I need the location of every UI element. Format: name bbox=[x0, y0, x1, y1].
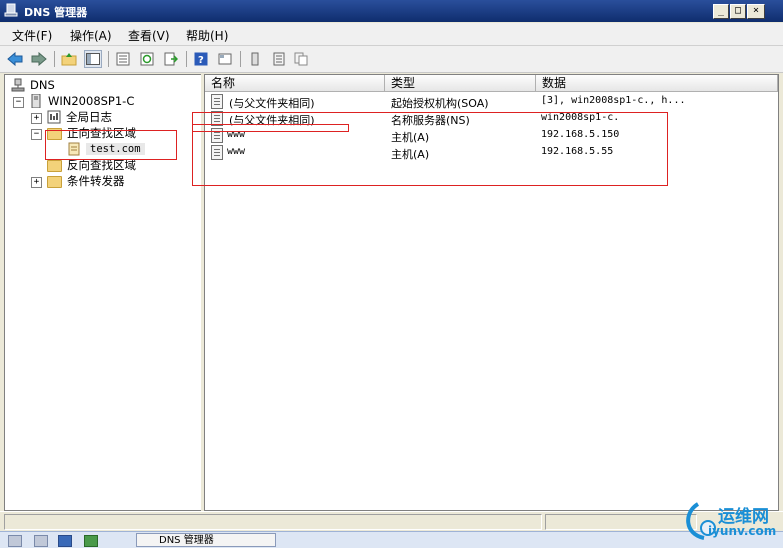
view-detail-icon[interactable] bbox=[216, 50, 234, 68]
minimize-button[interactable]: _ bbox=[713, 4, 729, 19]
forward-icon[interactable] bbox=[30, 50, 48, 68]
status-bar bbox=[0, 511, 783, 530]
watermark-sub: iyunv.com bbox=[708, 524, 777, 538]
back-icon[interactable] bbox=[6, 50, 24, 68]
server-icon bbox=[31, 94, 41, 108]
taskbar-quicklaunch-icon[interactable] bbox=[34, 535, 48, 547]
svg-text:?: ? bbox=[198, 55, 204, 66]
expand-global-logs-toggle[interactable]: + bbox=[31, 113, 42, 124]
collapse-server-toggle[interactable]: − bbox=[13, 97, 24, 108]
refresh-icon[interactable] bbox=[138, 50, 156, 68]
column-header-data[interactable]: 数据 bbox=[536, 75, 778, 92]
column-header-name[interactable]: 名称 bbox=[205, 75, 385, 92]
taskbar: DNS 管理器 bbox=[0, 531, 783, 548]
record-icon bbox=[211, 94, 223, 109]
tree-label-dns: DNS bbox=[30, 78, 55, 92]
record-name: (与父文件夹相同) bbox=[229, 97, 315, 110]
properties-icon[interactable] bbox=[114, 50, 132, 68]
tree-node-server[interactable]: WIN2008SP1-C bbox=[29, 93, 134, 109]
menu-view[interactable]: 查看(V) bbox=[128, 27, 170, 44]
dns-app-icon bbox=[4, 3, 18, 17]
tree-node-conditional-forwarders[interactable]: 条件转发器 bbox=[47, 173, 125, 189]
show-hide-tree-icon[interactable] bbox=[84, 50, 102, 68]
status-cell-secondary bbox=[545, 514, 697, 530]
window-title: DNS 管理器 bbox=[24, 6, 88, 19]
toolbar: ? bbox=[0, 46, 783, 73]
taskbar-quicklaunch-icon[interactable] bbox=[84, 535, 98, 547]
expand-conditional-forwarders-toggle[interactable]: + bbox=[31, 177, 42, 188]
tree-node-dns[interactable]: DNS bbox=[11, 77, 55, 93]
copy-record-icon[interactable] bbox=[292, 50, 310, 68]
folder-icon bbox=[47, 176, 62, 188]
taskbar-quicklaunch-icon[interactable] bbox=[58, 535, 72, 547]
dns-root-icon bbox=[11, 78, 25, 92]
menu-action[interactable]: 操作(A) bbox=[70, 27, 112, 44]
folder-icon bbox=[47, 160, 62, 172]
title-bar: DNS 管理器 _ □ × bbox=[0, 0, 783, 22]
record-type: 起始授权机构(SOA) bbox=[391, 97, 489, 110]
up-level-icon[interactable] bbox=[60, 50, 78, 68]
record-data: [3], win2008sp1-c., h... bbox=[541, 95, 686, 106]
menu-file[interactable]: 文件(F) bbox=[12, 27, 52, 44]
tree-label-server: WIN2008SP1-C bbox=[48, 94, 135, 108]
menu-bar: 文件(F) 操作(A) 查看(V) 帮助(H) bbox=[0, 23, 783, 46]
status-cell-main bbox=[4, 514, 542, 530]
tree-label-conditional-forwarders: 条件转发器 bbox=[67, 174, 125, 188]
export-list-icon[interactable] bbox=[162, 50, 180, 68]
column-header-type[interactable]: 类型 bbox=[385, 75, 536, 92]
tree-label-global-logs: 全局日志 bbox=[66, 110, 112, 124]
taskbar-quicklaunch-icon[interactable] bbox=[8, 535, 22, 547]
watermark-logo: 运维网 iyunv.com bbox=[680, 498, 780, 544]
record-list-icon[interactable] bbox=[270, 50, 288, 68]
annotation-box-records bbox=[192, 112, 668, 186]
event-log-icon bbox=[47, 110, 61, 124]
tree-node-global-logs[interactable]: 全局日志 bbox=[47, 109, 112, 125]
annotation-box-zone bbox=[45, 130, 177, 160]
taskbar-task-dns[interactable]: DNS 管理器 bbox=[136, 533, 276, 547]
close-button[interactable]: × bbox=[747, 4, 765, 19]
menu-help[interactable]: 帮助(H) bbox=[186, 27, 228, 44]
maximize-button[interactable]: □ bbox=[730, 4, 746, 19]
record-row[interactable]: (与父文件夹相同) 起始授权机构(SOA) [3], win2008sp1-c.… bbox=[205, 93, 765, 110]
server-icon[interactable] bbox=[246, 50, 264, 68]
help-icon[interactable]: ? bbox=[192, 50, 210, 68]
taskbar-task-label: DNS 管理器 bbox=[159, 535, 214, 546]
collapse-forward-zones-toggle[interactable]: − bbox=[31, 129, 42, 140]
